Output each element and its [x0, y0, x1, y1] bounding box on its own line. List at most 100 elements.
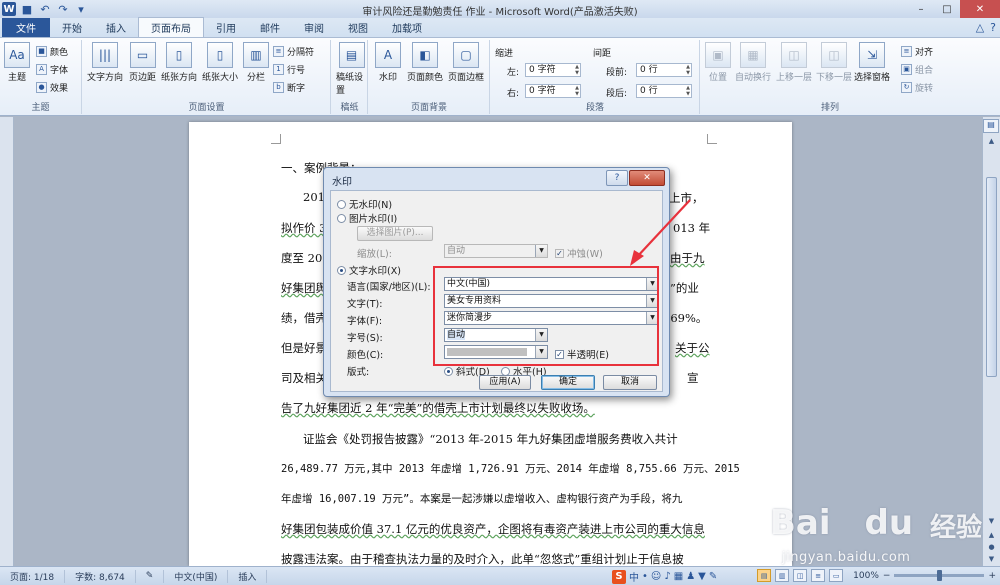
washout-checkbox[interactable]: ✓ 冲蚀(W)	[555, 246, 603, 260]
draft-paper-settings-button[interactable]: ▤ 稿纸设置	[336, 42, 367, 96]
wrench-icon[interactable]: ✎	[709, 571, 717, 582]
indent-left-input[interactable]: 0 字符	[525, 63, 581, 77]
tab-review[interactable]: 审阅	[292, 18, 336, 37]
page-color-button[interactable]: ◧ 页面颜色	[407, 42, 443, 83]
align-button[interactable]: ≡ 对齐	[901, 44, 933, 58]
rotate-button[interactable]: ↻ 旋转	[901, 80, 933, 94]
selection-pane-button[interactable]: ⇲ 选择窗格	[854, 42, 890, 83]
title-bar: W ■ ↶ ↷ ▾ 审计风险还是勤勉责任 作业 - Microsoft Word…	[0, 0, 1000, 18]
watermark-button[interactable]: A 水印	[375, 42, 401, 83]
text-watermark-radio[interactable]: 文字水印(X)	[337, 263, 401, 277]
tab-page-layout[interactable]: 页面布局	[138, 17, 204, 37]
select-picture-button[interactable]: 选择图片(P)...	[357, 226, 433, 241]
breaks-button[interactable]: ≡ 分隔符	[273, 44, 314, 58]
wrap-text-button[interactable]: ▦ 自动换行	[735, 42, 771, 83]
minimize-ribbon-icon[interactable]: △	[976, 21, 984, 34]
radio-dot	[337, 199, 346, 209]
watermark-url: jingyan.baidu.com	[782, 550, 911, 565]
doc-paragraph-line: 告了九好集团近 2 年“完美”的借壳上市计划最终以失败收场。	[281, 401, 595, 415]
draft-paper-group: ▤ 稿纸设置 稿纸	[332, 40, 368, 114]
page-background-group-label: 页面背景	[410, 103, 447, 113]
dialog-title: 水印	[332, 177, 352, 188]
indent-right-input[interactable]: 0 字符	[525, 84, 581, 98]
paper-size-button[interactable]: ▯ 纸张大小	[202, 42, 238, 83]
orientation-button[interactable]: ▯ 纸张方向	[161, 42, 197, 83]
doc-fragment: 但是好景	[281, 341, 327, 355]
spacing-after-input[interactable]: 0 行	[636, 84, 692, 98]
tab-mailings[interactable]: 邮件	[248, 18, 292, 37]
doc-fragment: 好集团舆	[281, 281, 327, 295]
page-count[interactable]: 页面: 1/18	[0, 569, 66, 583]
scroll-up-icon[interactable]: ▲	[986, 137, 997, 148]
dialog-close-button[interactable]: ✕	[629, 170, 665, 186]
text-direction-button[interactable]: ||| 文字方向	[87, 42, 123, 83]
theme-colors-button[interactable]: ■ 颜色	[36, 44, 68, 58]
hyphenation-button[interactable]: b 断字	[273, 80, 305, 94]
scale-select[interactable]: 自动 ▼	[444, 244, 548, 258]
baidu-jingyan-watermark: Bai du 经验 jingyan.baidu.com	[770, 503, 996, 573]
keyboard-icon[interactable]: ▦	[674, 571, 683, 582]
tab-addins[interactable]: 加载项	[380, 18, 434, 37]
page-background-group: A 水印 ◧ 页面颜色 ▢ 页面边框 页面背景	[369, 40, 490, 114]
dialog-help-button[interactable]: ?	[606, 170, 628, 186]
orientation-icon: ▯	[166, 42, 192, 68]
shirt-icon[interactable]: ▼	[698, 571, 706, 582]
send-backward-button[interactable]: ◫ 下移一层	[816, 42, 852, 83]
theme-button[interactable]: Aa 主题	[4, 42, 30, 83]
maximize-button[interactable]: □	[934, 0, 960, 18]
doc-fragment: 关于公	[675, 341, 710, 355]
arrange-group: ▣ 位置 ▦ 自动换行 ◫ 上移一层 ◫ 下移一层 ⇲ 选择窗格 ≡ 对齐 ▣ 组合 ↻ 旋转 …	[701, 40, 959, 114]
doc-fragment: 宣	[687, 371, 699, 385]
tab-file[interactable]: 文件	[2, 18, 50, 37]
redo-icon[interactable]: ↷	[56, 2, 70, 16]
sogou-ime-icon[interactable]: S	[612, 569, 626, 584]
view-ruler-icon[interactable]: ▤	[983, 119, 999, 133]
picture-watermark-radio[interactable]: 图片水印(I)	[337, 211, 397, 225]
scroll-thumb[interactable]	[986, 177, 997, 377]
scale-label: 缩放(L):	[357, 249, 392, 260]
spacing-before-label: 段前:	[606, 68, 628, 78]
punctuation-icon[interactable]: •	[642, 571, 648, 582]
apply-button[interactable]: 应用(A)	[479, 375, 531, 390]
doc-fragment: 拟作价 3	[281, 221, 327, 235]
cancel-button[interactable]: 取消	[603, 375, 657, 390]
language-status[interactable]: 中文(中国)	[164, 569, 229, 583]
zoom-slider[interactable]	[894, 570, 985, 581]
customize-qat-icon[interactable]: ▾	[74, 2, 88, 16]
page-borders-button[interactable]: ▢ 页面边框	[448, 42, 484, 83]
proofing-icon[interactable]: ✎	[136, 569, 165, 583]
vertical-scrollbar[interactable]: ▲ ▼ ▲ ● ▼	[982, 117, 1000, 566]
page-borders-icon: ▢	[453, 42, 479, 68]
tab-insert[interactable]: 插入	[94, 18, 138, 37]
color-label: 颜色(C):	[347, 350, 384, 361]
columns-button[interactable]: ▥ 分栏	[243, 42, 269, 83]
theme-fonts-button[interactable]: A 字体	[36, 62, 68, 76]
line-numbers-button[interactable]: 1 行号	[273, 62, 305, 76]
position-button[interactable]: ▣ 位置	[705, 42, 731, 83]
no-watermark-radio[interactable]: 无水印(N)	[337, 197, 392, 211]
bring-forward-button[interactable]: ◫ 上移一层	[776, 42, 812, 83]
group-button[interactable]: ▣ 组合	[901, 62, 933, 76]
microphone-icon[interactable]: ♪	[664, 571, 670, 582]
breaks-icon: ≡	[273, 45, 284, 57]
margins-button[interactable]: ▭ 页边距	[129, 42, 156, 83]
ok-button[interactable]: 确定	[541, 375, 595, 390]
word-logo-icon[interactable]: W	[2, 2, 16, 16]
user-icon[interactable]: ♟	[686, 571, 695, 582]
tab-references[interactable]: 引用	[204, 18, 248, 37]
insert-mode[interactable]: 插入	[228, 569, 268, 583]
theme-effects-button[interactable]: ● 效果	[36, 80, 68, 94]
save-icon[interactable]: ■	[20, 2, 34, 16]
undo-icon[interactable]: ↶	[38, 2, 52, 16]
ime-mode[interactable]: 中	[629, 569, 639, 584]
position-icon: ▣	[705, 42, 731, 68]
minimize-button[interactable]: –	[908, 0, 934, 18]
word-count[interactable]: 字数: 8,674	[65, 569, 136, 583]
close-button[interactable]: ✕	[960, 0, 1000, 18]
tab-view[interactable]: 视图	[336, 18, 380, 37]
emoji-icon[interactable]: ☺	[651, 571, 661, 582]
spacing-before-input[interactable]: 0 行	[636, 63, 692, 77]
tab-home[interactable]: 开始	[50, 18, 94, 37]
spacing-after-label: 段后:	[606, 89, 628, 99]
help-icon[interactable]: ?	[990, 21, 996, 34]
